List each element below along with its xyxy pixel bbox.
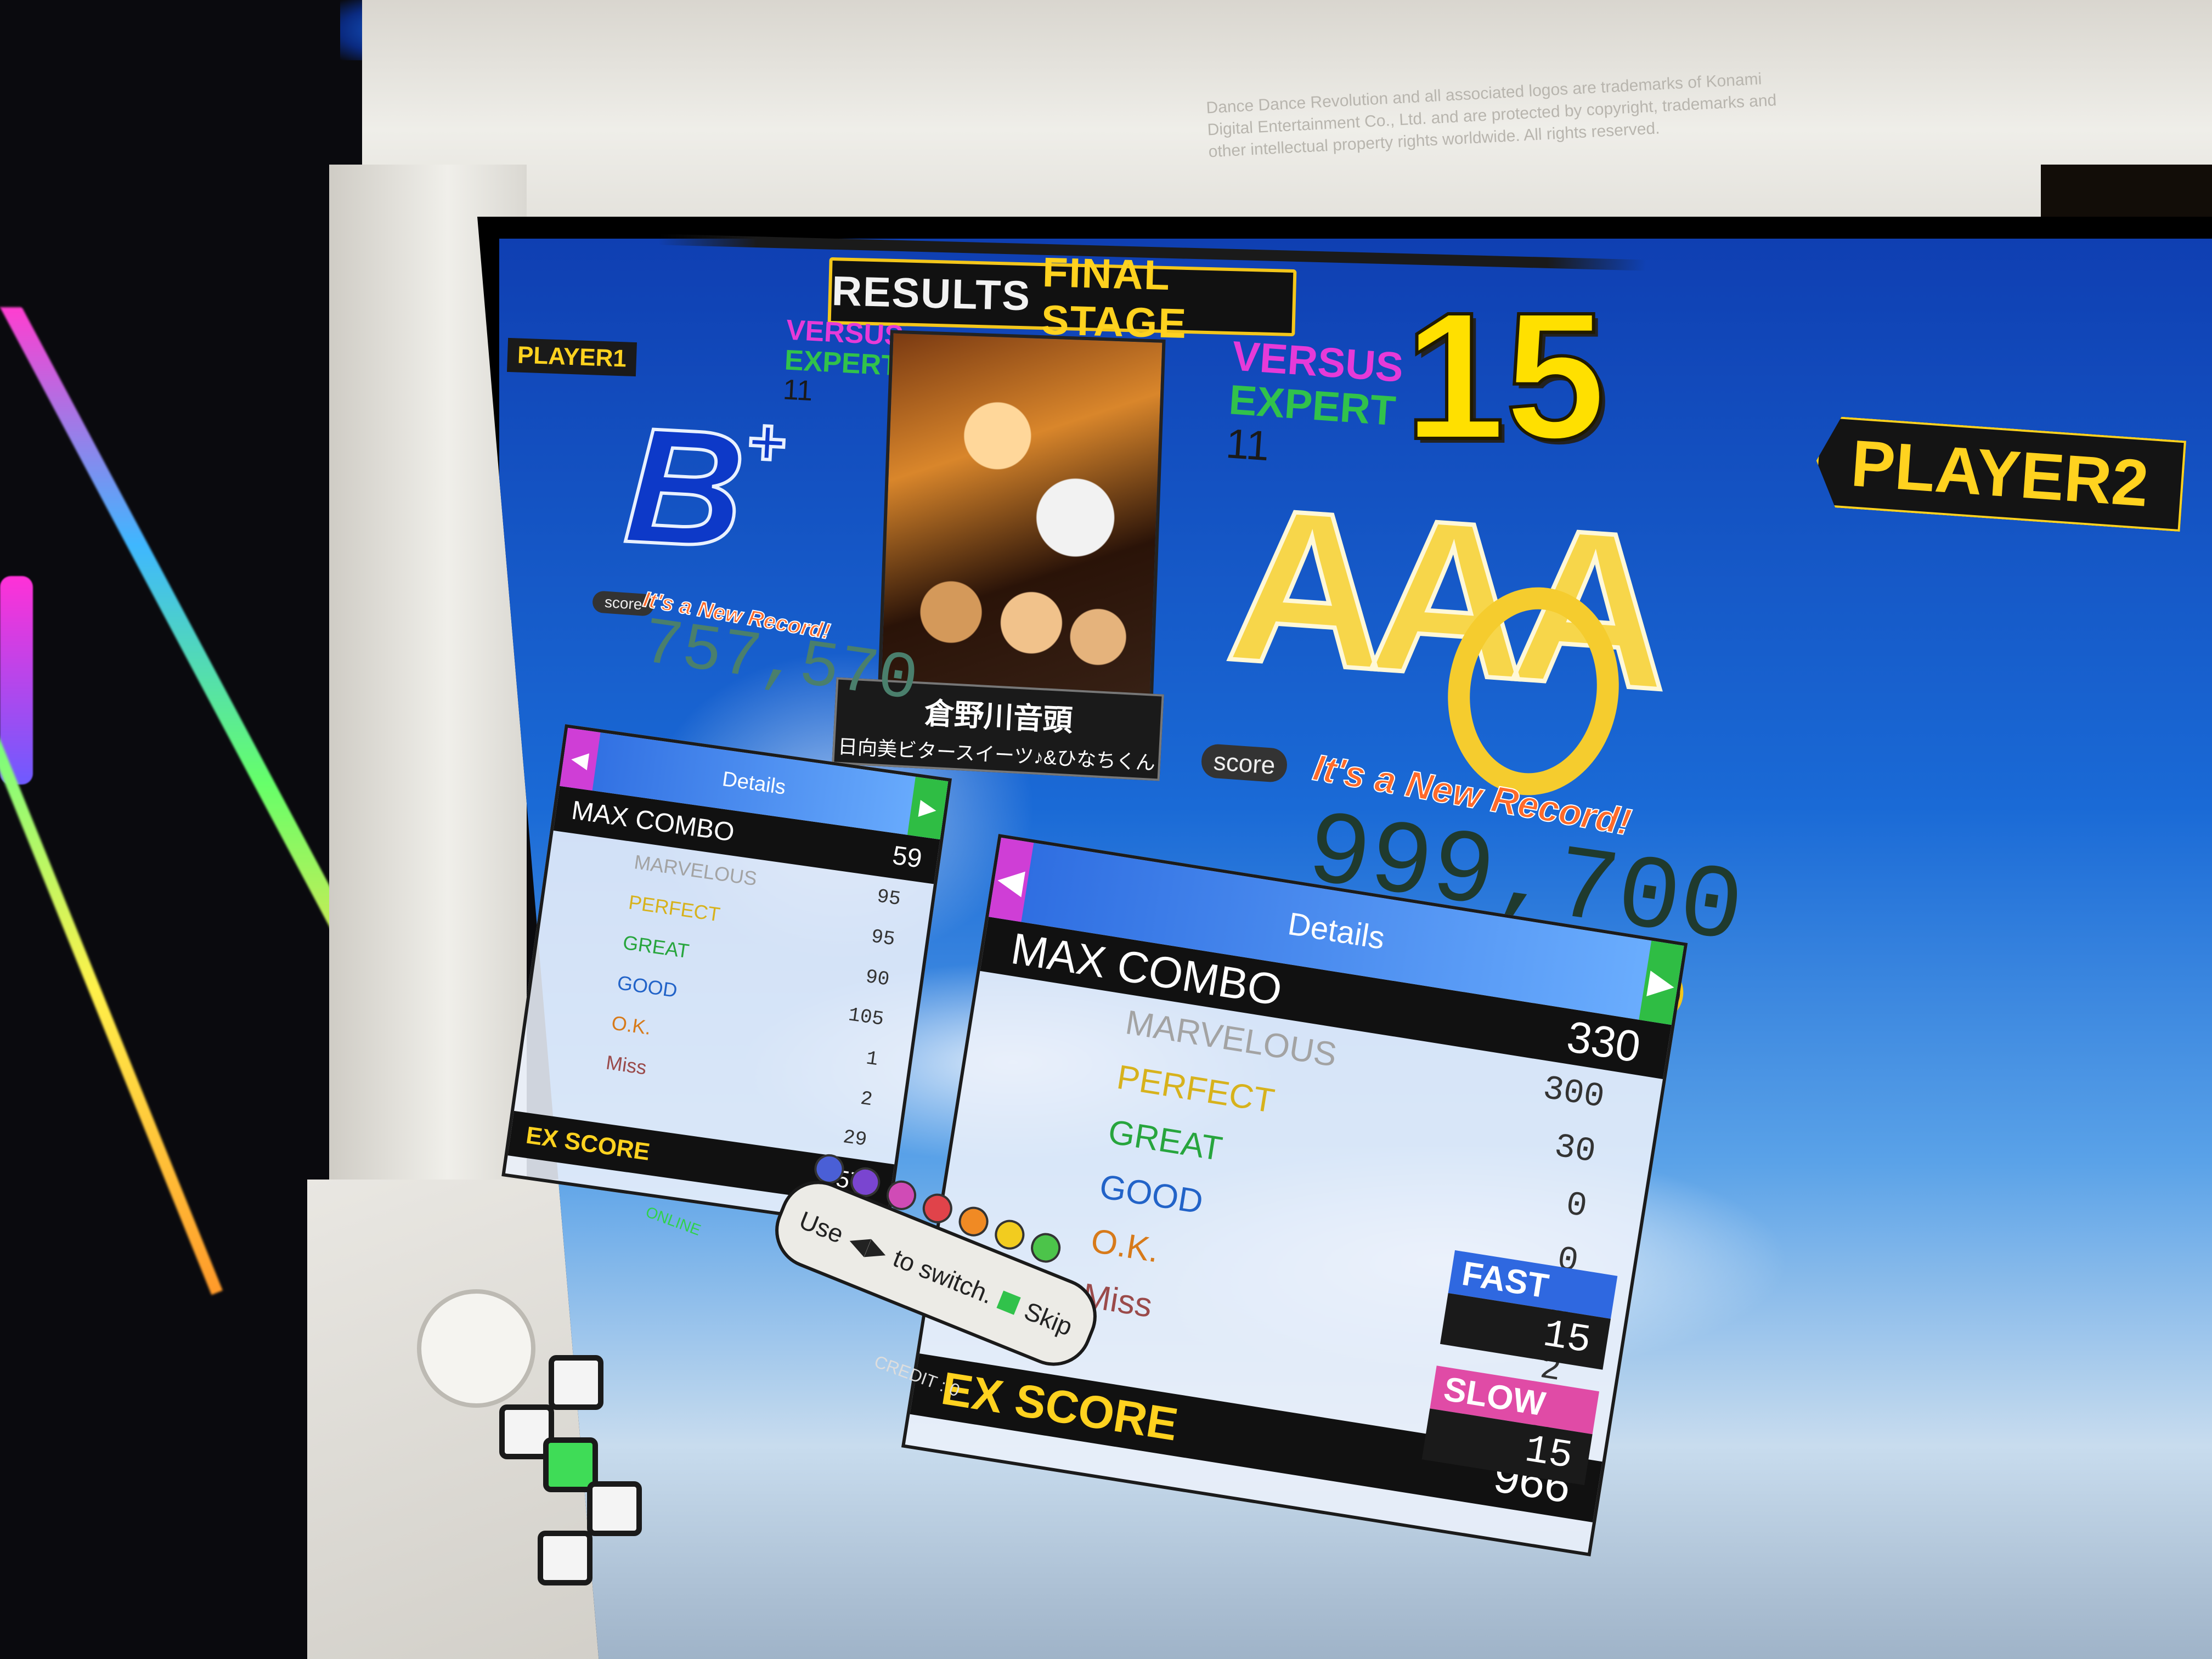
judgement-value: 300 — [1540, 1069, 1607, 1118]
judgement-label: Miss — [605, 1051, 648, 1079]
details-tab-label: Details — [720, 767, 787, 799]
neon-light-strip-2 — [0, 680, 223, 1295]
ex-score-label: EX SCORE — [524, 1121, 652, 1166]
judgement-label: O.K. — [610, 1011, 653, 1039]
timing-stats: FAST 15 SLOW 15 — [1421, 1250, 1618, 1486]
judgement-label: GOOD — [1097, 1167, 1206, 1221]
cabinet-top-frame: Dance Dance Revolution and all associate… — [362, 0, 2212, 236]
player1-grade-mod: + — [743, 403, 789, 481]
skip-text[interactable]: Skip — [1020, 1296, 1076, 1342]
judgement-label: GREAT — [621, 930, 691, 963]
skip-key-icon — [996, 1290, 1022, 1315]
stage-number: 15 — [1403, 274, 1607, 477]
switch-text: to switch. — [889, 1243, 998, 1310]
player1-difficulty: VERSUS EXPERT 11 — [782, 314, 904, 411]
up-button[interactable] — [549, 1355, 603, 1410]
right-button[interactable] — [587, 1481, 642, 1536]
legal-text: Dance Dance Revolution and all associate… — [1205, 70, 1778, 161]
song-jacket-image — [876, 330, 1166, 741]
judgement-value: 0 — [1563, 1184, 1590, 1227]
tab-next-icon[interactable]: ▶ — [907, 776, 949, 839]
player1-label: PLAYER1 — [506, 337, 637, 377]
judgement-label: PERFECT — [627, 890, 722, 926]
tab-prev-icon[interactable]: ◀ — [989, 837, 1034, 922]
judgement-value: 95 — [870, 925, 897, 951]
tab-prev-icon[interactable]: ◀ — [560, 727, 601, 791]
player2-difficulty: VERSUS EXPERT 11 — [1224, 332, 1405, 477]
judgement-value: 90 — [864, 965, 891, 991]
judgement-value: 30 — [1551, 1127, 1599, 1172]
down-button[interactable] — [538, 1531, 592, 1585]
judgement-value: 2 — [859, 1087, 874, 1111]
judgement-label: GREAT — [1105, 1113, 1225, 1169]
player1-grade: B+ — [619, 391, 789, 584]
judgement-label: O.K. — [1088, 1222, 1162, 1271]
results-label: RESULTS — [831, 267, 1032, 319]
player2-score-label: score — [1200, 743, 1289, 783]
max-combo-value: 59 — [890, 840, 924, 874]
judgement-value: 105 — [847, 1003, 885, 1031]
judgement-label: GOOD — [616, 970, 679, 1002]
arrows-icon: ◀▶ — [845, 1225, 892, 1267]
player1-details-panel: ◀ Details ▶ MAX COMBO 59 MARVELOUS 95 PER… — [501, 724, 952, 1231]
player1-grade-letter: B — [619, 391, 751, 584]
judgement-value: 95 — [875, 885, 902, 911]
max-combo-value: 330 — [1564, 1012, 1644, 1072]
judgement-value: 29 — [842, 1125, 868, 1152]
card-reader-icon[interactable] — [417, 1289, 535, 1408]
use-text: Use — [795, 1205, 848, 1249]
judgement-value: 1 — [865, 1047, 880, 1071]
details-tab-label: Details — [1285, 906, 1387, 957]
